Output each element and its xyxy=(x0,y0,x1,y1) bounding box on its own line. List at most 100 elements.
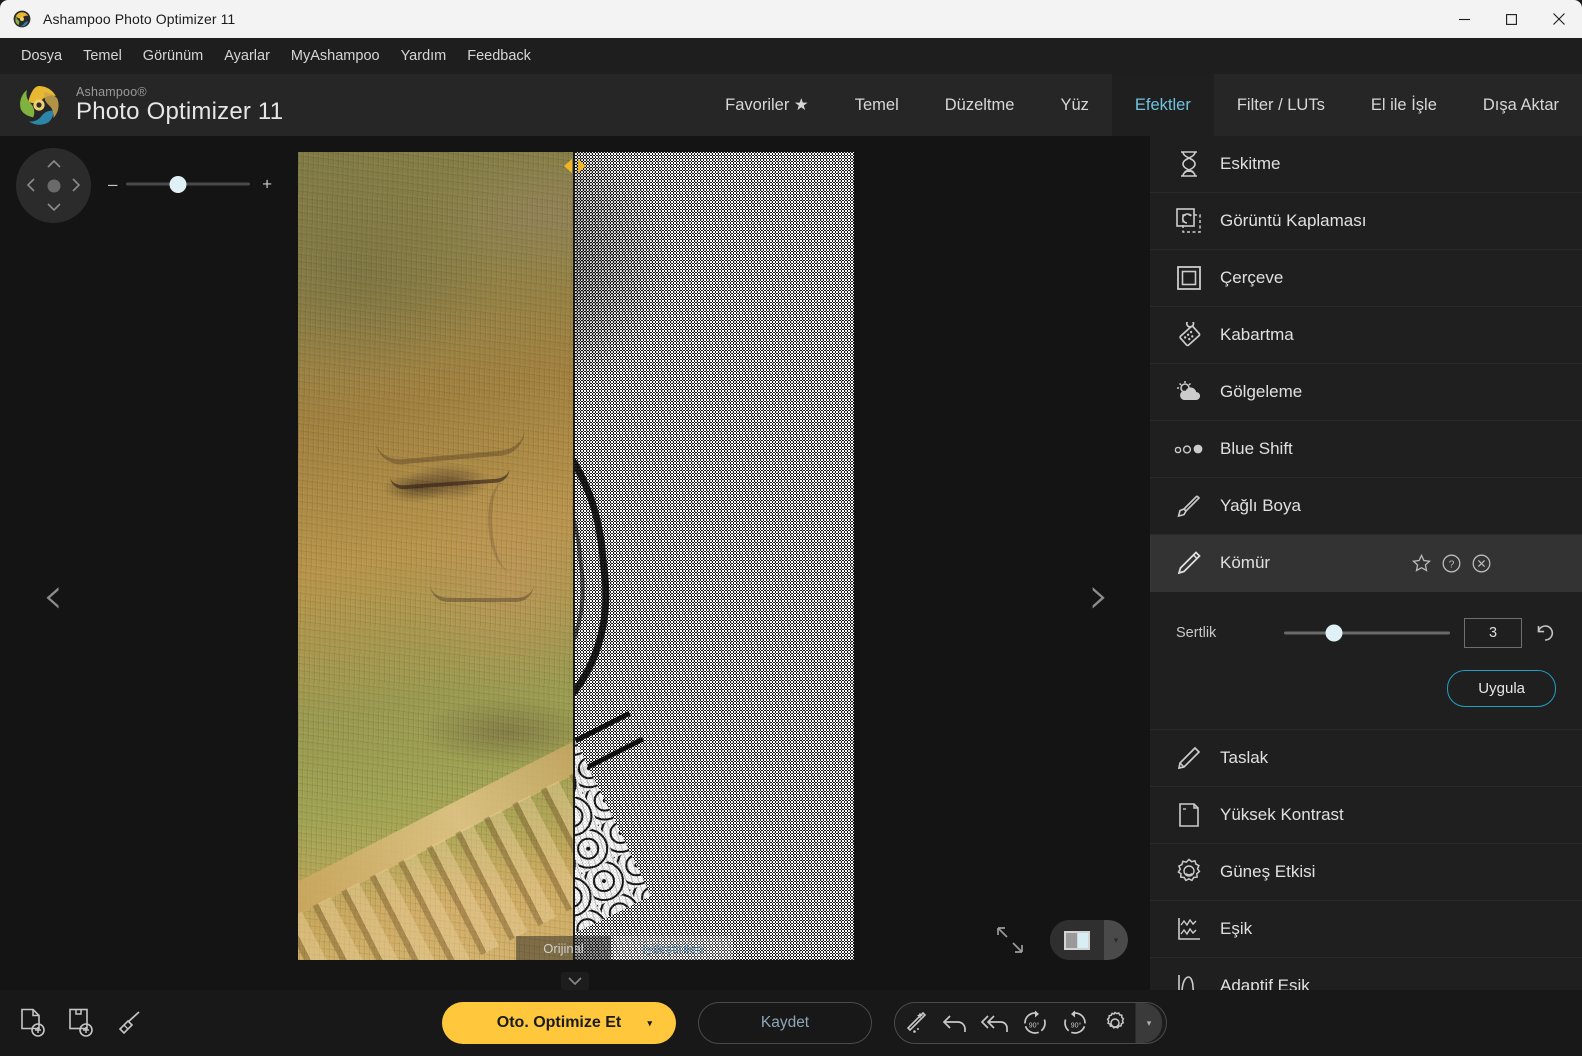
effect-row-actions: ? xyxy=(1411,553,1492,574)
tab-disa-aktar[interactable]: Dışa Aktar xyxy=(1460,74,1582,136)
minimize-button[interactable] xyxy=(1441,0,1488,38)
view-mode-control[interactable]: ▾ xyxy=(1050,920,1128,960)
enhanced-image xyxy=(575,152,854,960)
window-titlebar: Ashampoo Photo Optimizer 11 xyxy=(0,0,1582,38)
compare-divider-handle[interactable] xyxy=(564,156,586,176)
compare-divider[interactable] xyxy=(573,152,575,960)
menu-item-dosya[interactable]: Dosya xyxy=(12,43,71,69)
tab-temel[interactable]: Temel xyxy=(832,74,922,136)
close-button[interactable] xyxy=(1535,0,1582,38)
undo-all-icon[interactable] xyxy=(975,1003,1015,1043)
rotate-right-90-icon[interactable]: 90° xyxy=(1055,1003,1095,1043)
sidebar-item-eskitme[interactable]: Eskitme xyxy=(1150,136,1582,193)
tab-efektler[interactable]: Efektler xyxy=(1112,74,1214,136)
help-circle-icon[interactable]: ? xyxy=(1441,553,1462,574)
sidebar-item-esik[interactable]: Eşik xyxy=(1150,901,1582,958)
tab-favoriler[interactable]: Favoriler ★ xyxy=(702,74,832,136)
chevron-down-icon[interactable] xyxy=(561,972,589,990)
tab-filter-luts[interactable]: Filter / LUTs xyxy=(1214,74,1348,136)
tab-yuz[interactable]: Yüz xyxy=(1037,74,1111,136)
sun-burst-icon xyxy=(1170,858,1208,886)
auto-optimize-caret-icon[interactable]: ▾ xyxy=(647,1018,652,1029)
three-dots-icon xyxy=(1170,442,1208,456)
original-image xyxy=(298,152,573,960)
image-compare-viewer[interactable]: Orijinal İyileştirilen xyxy=(298,152,854,960)
menu-item-yardim[interactable]: Yardım xyxy=(392,43,456,69)
sidebar-item-goruntu-kaplamasi[interactable]: Görüntü Kaplaması xyxy=(1150,193,1582,250)
sidebar-item-blue-shift[interactable]: Blue Shift xyxy=(1150,421,1582,478)
history-tools-caret-icon[interactable]: ▾ xyxy=(1136,1003,1162,1043)
menu-item-myashampoo[interactable]: MyAshampoo xyxy=(282,43,389,69)
zoom-in-icon[interactable]: + xyxy=(262,176,272,193)
sertlik-slider-handle[interactable] xyxy=(1325,625,1342,642)
sidebar-item-label: Gölgeleme xyxy=(1220,382,1302,402)
view-mode-caret-icon[interactable]: ▾ xyxy=(1104,935,1128,946)
pan-down-icon[interactable] xyxy=(47,201,61,214)
original-label: Orijinal xyxy=(516,936,611,960)
sidebar-item-label: Kabartma xyxy=(1220,325,1294,345)
undo-icon[interactable] xyxy=(935,1003,975,1043)
sidebar-item-golgeleme[interactable]: Gölgeleme xyxy=(1150,364,1582,421)
pan-up-icon[interactable] xyxy=(47,157,61,170)
pan-control[interactable] xyxy=(16,148,91,223)
sidebar-item-kabartma[interactable]: Kabartma xyxy=(1150,307,1582,364)
cloud-sun-icon xyxy=(1170,380,1208,404)
divider-left-arrow-icon[interactable] xyxy=(564,159,572,173)
fit-to-window-icon[interactable] xyxy=(992,922,1028,958)
sidebar-item-label: Taslak xyxy=(1220,748,1268,768)
sertlik-slider-track[interactable] xyxy=(1284,632,1450,635)
svg-text:90°: 90° xyxy=(1071,1022,1082,1030)
sidebar-item-yagli-boya[interactable]: Yağlı Boya xyxy=(1150,478,1582,535)
zoom-slider[interactable] xyxy=(126,183,250,186)
apply-button[interactable]: Uygula xyxy=(1447,670,1556,707)
threshold-chart-icon xyxy=(1170,916,1208,942)
window-title: Ashampoo Photo Optimizer 11 xyxy=(43,11,235,27)
sidebar-item-gunes-etkisi[interactable]: Güneş Etkisi xyxy=(1150,844,1582,901)
add-folder-icon[interactable] xyxy=(60,1002,102,1044)
tab-duzeltme[interactable]: Düzeltme xyxy=(922,74,1038,136)
sidebar-item-yuksek-kontrast[interactable]: Yüksek Kontrast xyxy=(1150,787,1582,844)
next-image-button[interactable]: › xyxy=(1072,561,1126,631)
sidebar-item-cerceve[interactable]: Çerçeve xyxy=(1150,250,1582,307)
brand-name: Photo Optimizer 11 xyxy=(76,100,283,124)
sertlik-value-input[interactable]: 3 xyxy=(1464,618,1522,648)
auto-optimize-label: Oto. Optimize Et xyxy=(497,1014,621,1032)
split-view-icon[interactable] xyxy=(1050,920,1104,960)
tab-el-ile-isle[interactable]: El ile İşle xyxy=(1348,74,1460,136)
maximize-button[interactable] xyxy=(1488,0,1535,38)
pan-center-button[interactable] xyxy=(47,179,60,192)
favorite-star-icon[interactable] xyxy=(1411,553,1432,574)
menu-item-ayarlar[interactable]: Ayarlar xyxy=(215,43,279,69)
zoom-slider-handle[interactable] xyxy=(170,176,187,193)
menu-item-feedback[interactable]: Feedback xyxy=(458,43,540,69)
zoom-out-icon[interactable]: – xyxy=(108,176,117,193)
menu-item-temel[interactable]: Temel xyxy=(74,43,131,69)
effect-parameter-panel: Sertlik 3 Uygula xyxy=(1150,592,1582,730)
add-file-icon[interactable] xyxy=(12,1002,54,1044)
gear-icon[interactable] xyxy=(1095,1003,1135,1043)
sidebar-item-label: Görüntü Kaplaması xyxy=(1220,211,1366,231)
sertlik-slider[interactable] xyxy=(1284,624,1450,642)
menu-item-gorunum[interactable]: Görünüm xyxy=(134,43,212,69)
close-circle-icon[interactable] xyxy=(1471,553,1492,574)
sidebar-item-taslak[interactable]: Taslak xyxy=(1150,730,1582,787)
svg-text:90°: 90° xyxy=(1029,1022,1040,1030)
pan-left-icon[interactable] xyxy=(26,178,35,194)
rotate-left-90-icon[interactable]: 90° xyxy=(1015,1003,1055,1043)
pan-right-icon[interactable] xyxy=(72,178,81,194)
clear-brush-icon[interactable] xyxy=(108,1002,150,1044)
history-tools-group: 90° 90° ▾ xyxy=(894,1002,1167,1044)
bottom-left-tools xyxy=(12,1002,150,1044)
svg-text:?: ? xyxy=(1449,558,1455,570)
undo-reset-icon[interactable] xyxy=(1534,623,1556,643)
enhanced-label: İyileştirilen xyxy=(613,936,733,960)
sidebar-item-label: Yağlı Boya xyxy=(1220,496,1301,516)
previous-image-button[interactable]: ‹ xyxy=(26,561,80,631)
save-button[interactable]: Kaydet xyxy=(698,1002,872,1044)
divider-right-arrow-icon[interactable] xyxy=(578,159,586,173)
sidebar-item-komur[interactable]: Kömür ? xyxy=(1150,535,1582,592)
emboss-stamp-icon xyxy=(1170,322,1208,349)
magic-wand-icon[interactable] xyxy=(895,1003,935,1043)
auto-optimize-button[interactable]: Oto. Optimize Et ▾ xyxy=(442,1002,676,1044)
bottom-toolbar: Oto. Optimize Et ▾ Kaydet xyxy=(0,990,1582,1056)
